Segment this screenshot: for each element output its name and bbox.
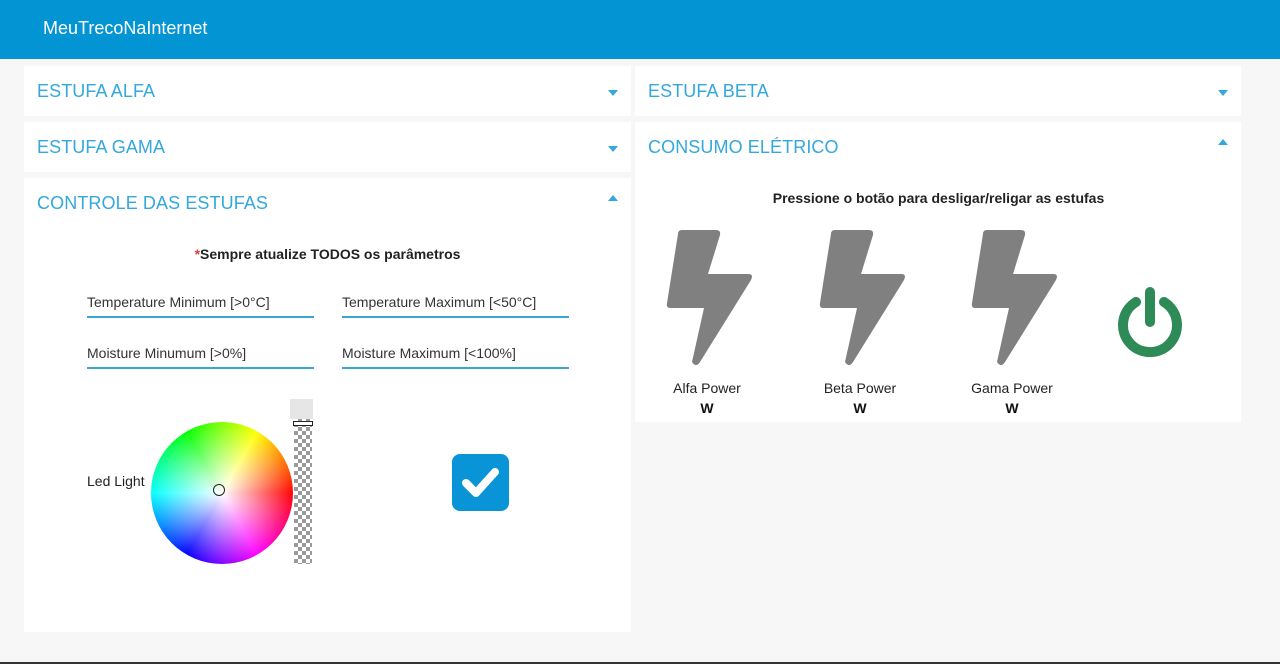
gama-power-label: Gama Power (971, 380, 1053, 396)
temp-max-field[interactable]: Temperature Maximum [<50°C] (342, 288, 569, 318)
alfa-power-label: Alfa Power (673, 380, 741, 396)
panel-controle-estufas: CONTROLE DAS ESTUFAS *Sempre atualize TO… (24, 178, 631, 632)
checkmark-icon (462, 468, 499, 497)
chevron-down-icon[interactable] (1218, 90, 1228, 96)
beta-power-label: Beta Power (823, 380, 897, 396)
chevron-down-icon[interactable] (608, 90, 618, 96)
app-header: MeuTrecoNaInternet (0, 0, 1280, 59)
gama-power-value: W (1005, 400, 1019, 416)
alpha-slider[interactable] (294, 419, 312, 564)
moist-min-field[interactable]: Moisture Minumum [>0%] (87, 339, 314, 369)
alpha-slider-cap (290, 399, 313, 419)
power-icon[interactable] (1117, 286, 1183, 357)
panel-title[interactable]: CONSUMO ELÉTRICO (648, 137, 839, 158)
panel-estufa-alfa[interactable]: ESTUFA ALFA (24, 66, 631, 116)
update-notice: *Sempre atualize TODOS os parâmetros (24, 246, 631, 262)
led-light-label: Led Light (87, 473, 145, 489)
panel-title[interactable]: CONTROLE DAS ESTUFAS (37, 193, 268, 214)
consumo-instructions: Pressione o botão para desligar/religar … (772, 190, 1105, 206)
bolt-icon (971, 230, 1057, 365)
beta-power-value: W (853, 400, 867, 416)
moist-max-label: Moisture Maximum [<100%] (342, 345, 516, 361)
temp-min-label: Temperature Minimum [>0°C] (87, 294, 270, 310)
panel-title: ESTUFA BETA (648, 81, 769, 101)
moist-max-field[interactable]: Moisture Maximum [<100%] (342, 339, 569, 369)
bolt-icon (666, 230, 752, 365)
panel-consumo-eletrico: CONSUMO ELÉTRICO Pressione o botão para … (635, 122, 1241, 422)
chevron-up-icon[interactable] (608, 195, 618, 201)
alfa-power-value: W (700, 400, 714, 416)
alpha-slider-handle[interactable] (293, 421, 313, 426)
bolt-icon (819, 230, 905, 365)
temp-min-field[interactable]: Temperature Minimum [>0°C] (87, 288, 314, 318)
panel-estufa-beta[interactable]: ESTUFA BETA (635, 66, 1241, 116)
update-notice-text: Sempre atualize TODOS os parâmetros (200, 246, 461, 262)
chevron-down-icon[interactable] (608, 146, 618, 152)
confirm-checkbox[interactable] (452, 454, 509, 511)
moist-min-label: Moisture Minumum [>0%] (87, 345, 247, 361)
panel-title: ESTUFA ALFA (37, 81, 156, 101)
chevron-up-icon[interactable] (1218, 139, 1228, 145)
panel-title: ESTUFA GAMA (37, 137, 166, 157)
panel-estufa-gama[interactable]: ESTUFA GAMA (24, 122, 631, 172)
app-title: MeuTrecoNaInternet (43, 18, 208, 38)
color-wheel-handle[interactable] (213, 484, 225, 496)
temp-max-label: Temperature Maximum [<50°C] (342, 294, 537, 310)
